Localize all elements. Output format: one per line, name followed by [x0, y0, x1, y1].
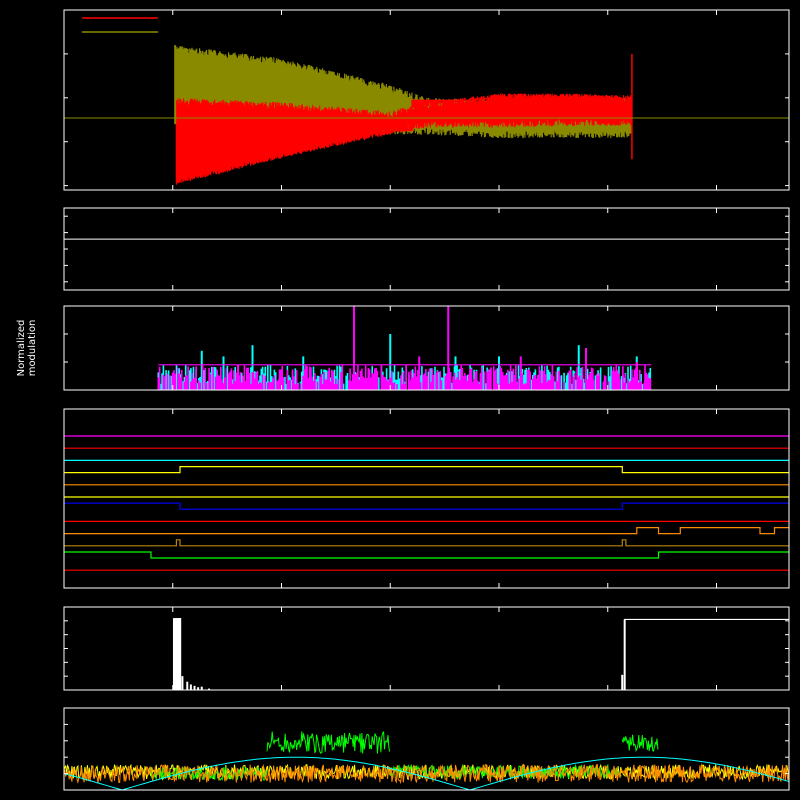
- panel-3-ylabel-line1: Normalized: [16, 320, 27, 377]
- panel-3-ylabel-line2: modulation: [27, 320, 38, 377]
- figure: Normalized modulation: [0, 0, 800, 800]
